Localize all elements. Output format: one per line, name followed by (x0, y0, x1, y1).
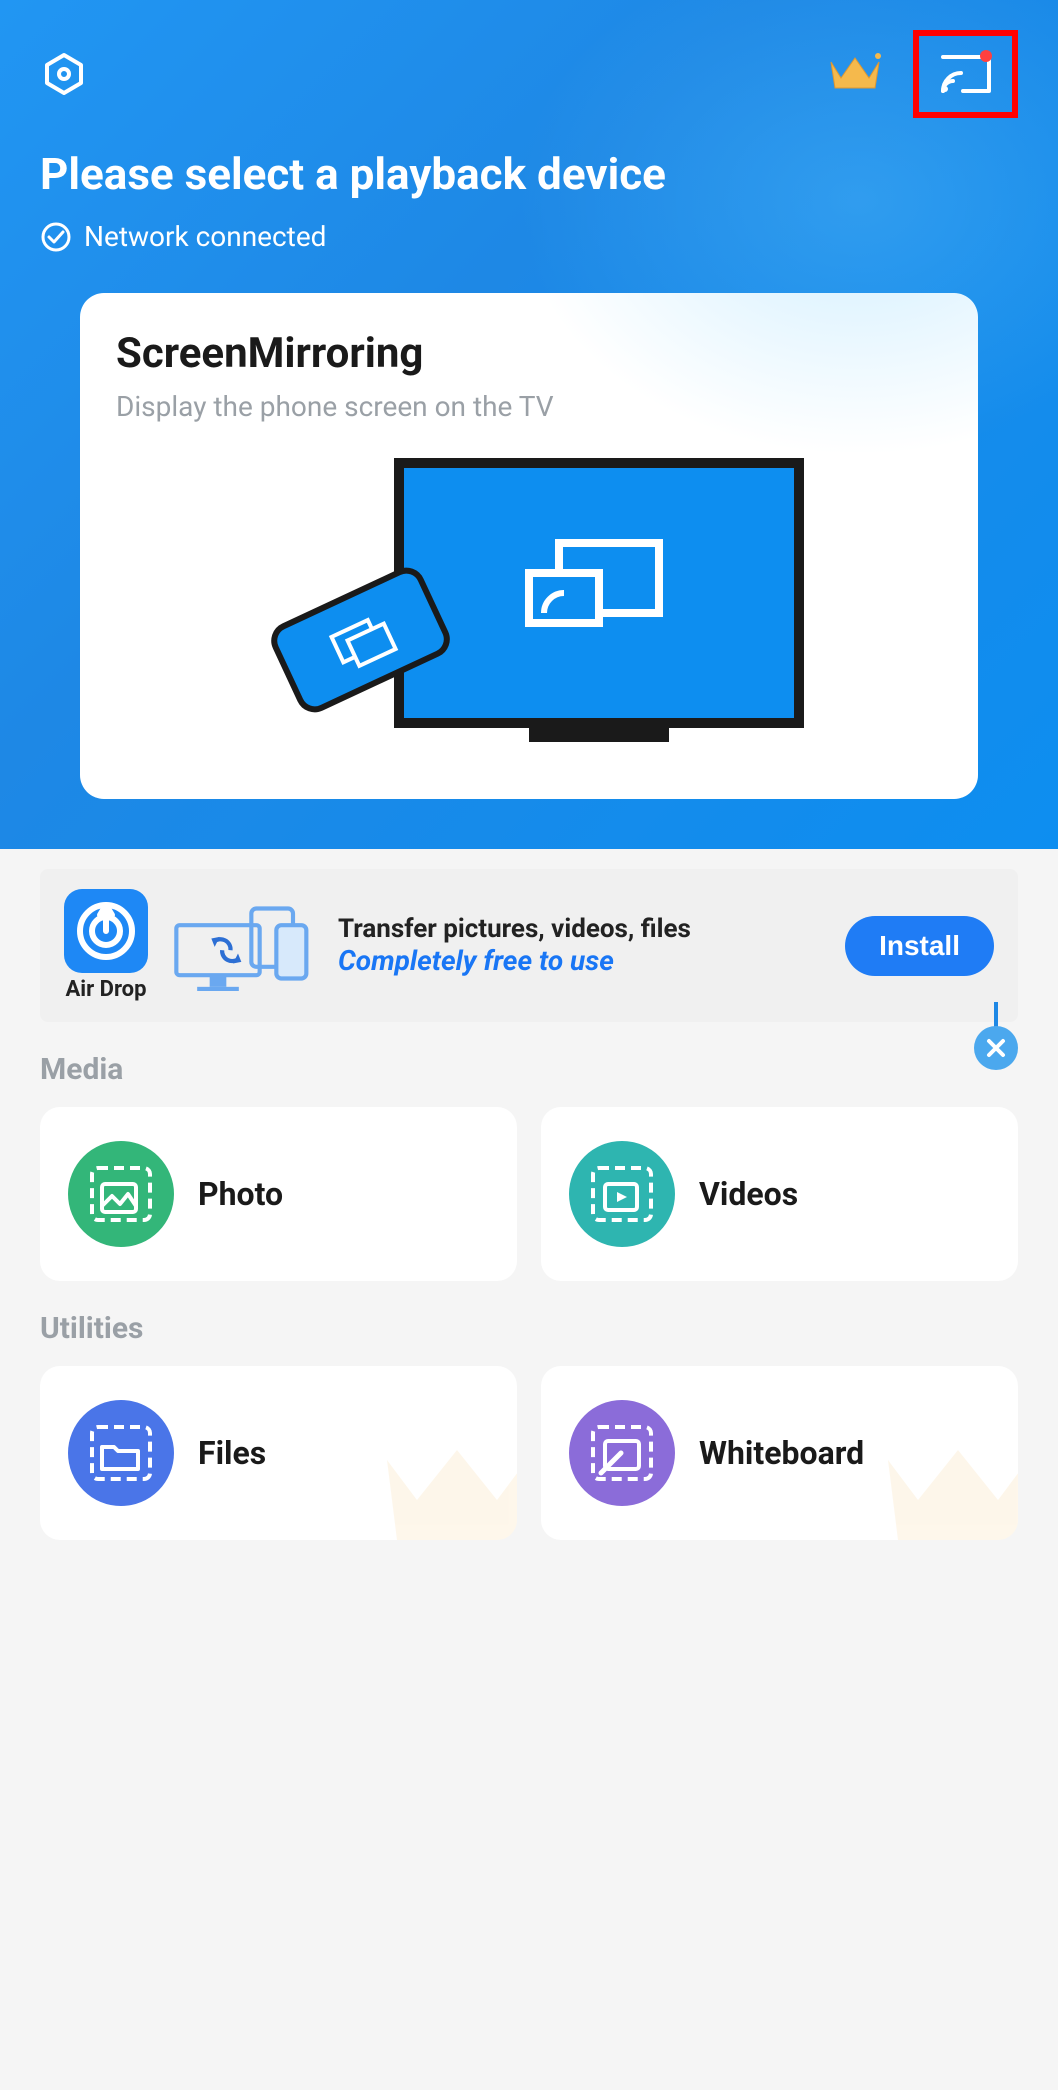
files-icon (68, 1400, 174, 1506)
cast-notification-dot (980, 50, 992, 62)
airdrop-banner[interactable]: Air Drop Transfer pictures, videos, file… (40, 869, 1018, 1022)
files-label: Files (198, 1434, 266, 1472)
videos-icon (569, 1141, 675, 1247)
banner-line2: Completely free to use (338, 944, 825, 977)
hexagon-icon (41, 51, 87, 97)
crown-deco-icon (878, 1430, 1018, 1540)
videos-label: Videos (699, 1175, 798, 1213)
photo-label: Photo (198, 1175, 283, 1213)
mirroring-illustration (116, 453, 942, 763)
check-circle-icon (40, 221, 72, 253)
videos-tile[interactable]: Videos (541, 1107, 1018, 1281)
airdrop-label: Air Drop (66, 977, 147, 1002)
premium-button[interactable] (827, 50, 883, 98)
media-section: Media Photo Videos (0, 1022, 1058, 1281)
utilities-grid: Files Whiteboard (40, 1366, 1018, 1540)
banner-text: Transfer pictures, videos, files Complet… (338, 914, 825, 977)
airdrop-app: Air Drop (64, 889, 148, 1002)
photo-icon (68, 1141, 174, 1247)
whiteboard-icon (569, 1400, 675, 1506)
photo-tile[interactable]: Photo (40, 1107, 517, 1281)
airdrop-icon (64, 889, 148, 973)
screen-mirroring-card[interactable]: ScreenMirroring Display the phone screen… (80, 293, 978, 799)
settings-button[interactable] (40, 50, 88, 98)
files-tile[interactable]: Files (40, 1366, 517, 1540)
install-button[interactable]: Install (845, 916, 994, 976)
screen-mirroring-subtitle: Display the phone screen on the TV (116, 390, 942, 423)
utilities-section: Utilities Files Whiteboard (0, 1281, 1058, 1540)
close-banner-button[interactable] (974, 1026, 1018, 1070)
cast-button-highlighted[interactable] (913, 30, 1018, 118)
close-icon (985, 1037, 1007, 1059)
crown-deco-icon (377, 1430, 517, 1540)
network-status: Network connected (40, 220, 1018, 253)
crown-icon (827, 50, 883, 94)
devices-icon (168, 891, 318, 1001)
utilities-title: Utilities (40, 1311, 1018, 1346)
whiteboard-label: Whiteboard (699, 1434, 864, 1472)
status-text: Network connected (84, 220, 326, 253)
top-bar (40, 30, 1018, 118)
header-actions (827, 30, 1018, 118)
screen-mirroring-title: ScreenMirroring (116, 329, 942, 378)
banner-line1: Transfer pictures, videos, files (338, 914, 825, 944)
page-title: Please select a playback device (40, 148, 1018, 200)
media-title: Media (40, 1052, 1018, 1087)
header: Please select a playback device Network … (0, 0, 1058, 849)
whiteboard-tile[interactable]: Whiteboard (541, 1366, 1018, 1540)
media-grid: Photo Videos (40, 1107, 1018, 1281)
